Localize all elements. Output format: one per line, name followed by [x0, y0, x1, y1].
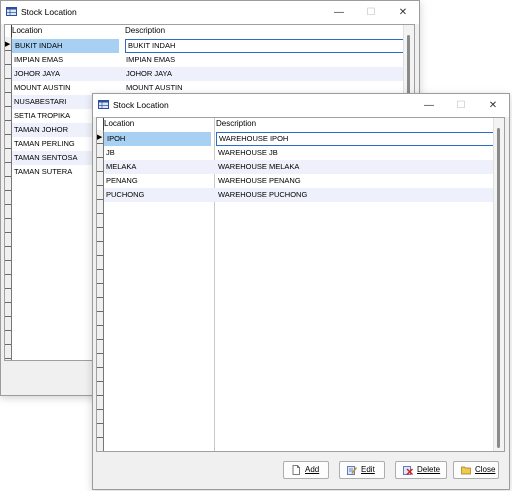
folder-icon [461, 466, 471, 475]
close-window-button[interactable]: ✕ [387, 1, 419, 24]
delete-icon [403, 466, 413, 475]
table-icon [98, 100, 109, 109]
button-bar: Add Edit Delete Close [93, 453, 509, 489]
cell-description[interactable]: WAREHOUSE JB [218, 148, 278, 157]
row-indicator-column [5, 37, 12, 360]
delete-button[interactable]: Delete [395, 461, 447, 479]
cell-location[interactable]: TAMAN SUTERA [14, 167, 72, 176]
cell-location[interactable]: SETIA TROPIKA [14, 111, 70, 120]
cell-location[interactable]: MELAKA [106, 162, 136, 171]
delete-button-label: Delete [417, 465, 441, 474]
column-header-description[interactable]: Description [216, 119, 256, 128]
edit-button-label: Edit [361, 465, 375, 474]
cell-location[interactable]: IPOH [104, 132, 211, 146]
cell-description[interactable]: WAREHOUSE PUCHONG [218, 190, 307, 199]
close-button[interactable]: Close [453, 461, 499, 479]
cell-location[interactable]: JOHOR JAYA [14, 69, 60, 78]
close-window-button[interactable]: ✕ [477, 94, 509, 117]
edit-button[interactable]: Edit [339, 461, 385, 479]
column-header-location[interactable]: Location [12, 26, 42, 35]
current-row-arrow-icon: ▶ [97, 134, 103, 141]
column-header-description[interactable]: Description [125, 26, 165, 35]
cell-description[interactable]: MOUNT AUSTIN [126, 83, 183, 92]
window-title: Stock Location [113, 100, 169, 110]
table-icon [6, 7, 17, 16]
cell-description[interactable]: WAREHOUSE MELAKA [218, 162, 299, 171]
minimize-button[interactable]: — [413, 94, 445, 117]
title-bar[interactable]: Stock Location — ☐ ✕ [93, 94, 509, 117]
cell-location[interactable]: TAMAN PERLING [14, 139, 75, 148]
cell-location[interactable]: PUCHONG [106, 190, 144, 199]
cell-location[interactable]: JB [106, 148, 115, 157]
cell-location[interactable]: IMPIAN EMAS [14, 55, 63, 64]
table-row[interactable]: PENANG WAREHOUSE PENANG [104, 174, 494, 188]
location-grid[interactable]: Location Description ▶ IPOH WAREHOUSE IP… [96, 117, 505, 452]
table-row[interactable]: IMPIAN EMAS IMPIAN EMAS [12, 53, 404, 67]
cell-description[interactable]: JOHOR JAYA [126, 69, 172, 78]
maximize-button[interactable]: ☐ [355, 1, 387, 24]
cell-location[interactable]: NUSABESTARI [14, 97, 66, 106]
table-row[interactable]: JOHOR JAYA JOHOR JAYA [12, 67, 404, 81]
cell-description[interactable]: IMPIAN EMAS [126, 55, 175, 64]
cell-description[interactable]: WAREHOUSE PENANG [218, 176, 301, 185]
table-row[interactable]: MELAKA WAREHOUSE MELAKA [104, 160, 494, 174]
grid-header: Location Description [97, 118, 504, 130]
cell-location[interactable]: TAMAN JOHOR [14, 125, 68, 134]
title-bar[interactable]: Stock Location — ☐ ✕ [1, 1, 419, 24]
vertical-scrollbar[interactable] [493, 118, 504, 451]
add-button[interactable]: Add [283, 461, 329, 479]
cell-description[interactable]: BUKIT INDAH [125, 39, 409, 53]
edit-icon [347, 466, 357, 475]
new-document-icon [292, 465, 300, 475]
grid-header: Location Description [5, 25, 414, 37]
row-indicator-column [97, 130, 104, 451]
stock-location-window-front: Stock Location — ☐ ✕ Location Descriptio… [92, 93, 510, 490]
column-header-location[interactable]: Location [104, 119, 134, 128]
current-row-arrow-icon: ▶ [5, 41, 11, 48]
cell-location[interactable]: TAMAN SENTOSA [14, 153, 77, 162]
table-row[interactable]: JB WAREHOUSE JB [104, 146, 494, 160]
minimize-button[interactable]: — [323, 1, 355, 24]
cell-location[interactable]: BUKIT INDAH [12, 39, 119, 53]
cell-location[interactable]: MOUNT AUSTIN [14, 83, 71, 92]
maximize-button[interactable]: ☐ [445, 94, 477, 117]
table-row[interactable]: PUCHONG WAREHOUSE PUCHONG [104, 188, 494, 202]
table-row[interactable]: IPOH WAREHOUSE IPOH [104, 132, 498, 146]
scrollbar-thumb[interactable] [497, 128, 500, 448]
close-button-label: Close [475, 465, 496, 474]
table-row[interactable]: BUKIT INDAH BUKIT INDAH [12, 39, 409, 53]
add-button-label: Add [305, 465, 320, 474]
cell-location[interactable]: PENANG [106, 176, 138, 185]
window-title: Stock Location [21, 7, 77, 17]
cell-description[interactable]: WAREHOUSE IPOH [216, 132, 498, 146]
